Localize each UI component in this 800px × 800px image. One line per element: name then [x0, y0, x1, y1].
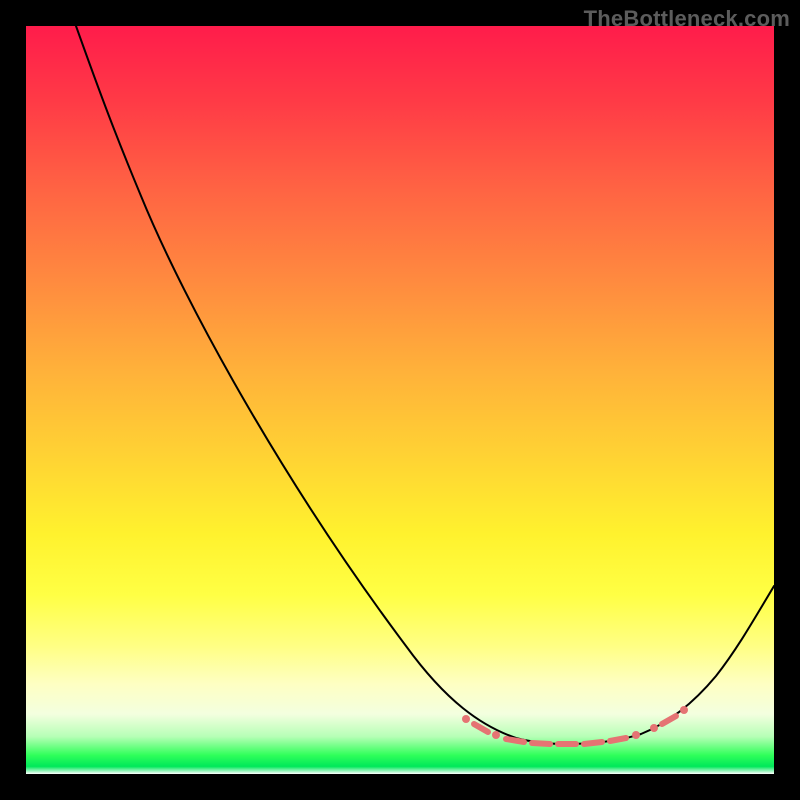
marker-dot — [632, 731, 640, 739]
marker-dot — [680, 706, 688, 714]
marker-dot — [462, 715, 470, 723]
marker-dash — [506, 739, 524, 742]
marker-dot — [492, 731, 500, 739]
watermark-text: TheBottleneck.com — [584, 6, 790, 32]
marker-dash — [662, 716, 676, 724]
marker-dot — [650, 724, 658, 732]
plot-area — [26, 26, 774, 774]
curve-path — [76, 26, 774, 744]
marker-dash — [584, 742, 602, 744]
bottleneck-curve — [26, 26, 774, 774]
chart-frame: TheBottleneck.com — [0, 0, 800, 800]
marker-dash — [532, 743, 550, 744]
marker-dash — [610, 738, 626, 741]
